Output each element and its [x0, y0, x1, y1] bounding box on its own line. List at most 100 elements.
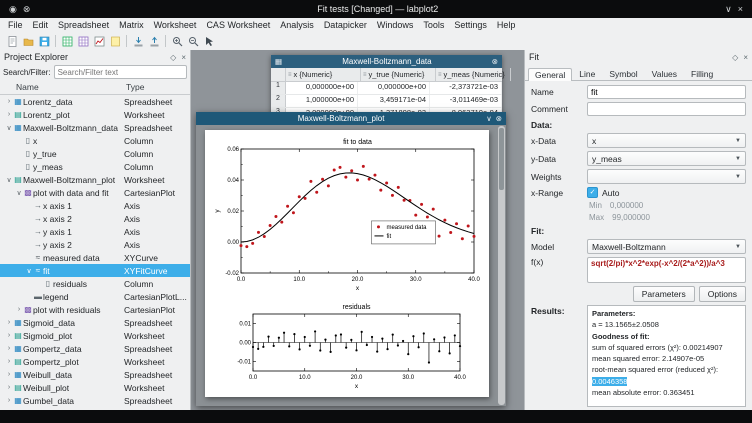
ydata-combobox[interactable]: y_meas ▼: [587, 151, 746, 166]
tree-item-fit[interactable]: ∨≈fitXYFitCurve: [0, 264, 190, 277]
menu-datapicker[interactable]: Datapicker: [319, 20, 372, 30]
open-project-button[interactable]: [20, 34, 36, 49]
new-matrix-button[interactable]: [75, 34, 91, 49]
close-dock-icon[interactable]: ×: [743, 53, 748, 62]
menu-cas-worksheet[interactable]: CAS Worksheet: [201, 20, 275, 30]
spreadsheet-column-header[interactable]: ≡x {Numeric}: [286, 68, 361, 81]
expand-arrow-icon[interactable]: ›: [5, 397, 13, 404]
float-dock-icon[interactable]: ◇: [170, 53, 176, 62]
menu-edit[interactable]: Edit: [28, 20, 54, 30]
export-button[interactable]: [146, 34, 162, 49]
expand-arrow-icon[interactable]: ›: [5, 345, 13, 352]
model-combobox[interactable]: Maxwell-Boltzmann ▼: [587, 239, 746, 254]
menu-settings[interactable]: Settings: [449, 20, 492, 30]
zoom-in-button[interactable]: [169, 34, 185, 49]
tab-line[interactable]: Line: [572, 67, 602, 80]
menu-file[interactable]: File: [3, 20, 28, 30]
xdata-combobox[interactable]: x ▼: [587, 133, 746, 148]
tab-filling[interactable]: Filling: [684, 67, 720, 80]
auto-range-checkbox[interactable]: ✓: [587, 187, 598, 198]
menu-analysis[interactable]: Analysis: [275, 20, 319, 30]
spreadsheet-cell[interactable]: 1,000000e+00: [286, 95, 358, 107]
expand-arrow-icon[interactable]: ›: [5, 358, 13, 365]
fit-plot[interactable]: fit to data0.010.020.030.040.0-0.020.000…: [211, 136, 481, 296]
parameters-button[interactable]: Parameters: [633, 286, 695, 302]
spreadsheet-cell[interactable]: 0,000000e+00: [358, 82, 430, 94]
expand-arrow-icon[interactable]: ›: [5, 111, 13, 118]
new-note-button[interactable]: [107, 34, 123, 49]
spreadsheet-corner[interactable]: [271, 68, 286, 81]
comment-field[interactable]: [587, 102, 746, 116]
spreadsheet-cell[interactable]: -3,011469e-03: [430, 95, 502, 107]
tree-item-gompertz-plot[interactable]: ›▤Gompertz_plotWorksheet: [0, 355, 190, 368]
tree-item-legend[interactable]: ▬legendCartesianPlotL...: [0, 290, 190, 303]
tree-item-plot-with-data-and-fit[interactable]: ∨▩plot with data and fitCartesianPlot: [0, 186, 190, 199]
name-field[interactable]: [587, 85, 746, 99]
tree-item-plot-with-residuals[interactable]: ›▩plot with residualsCartesianPlot: [0, 303, 190, 316]
column-header-type[interactable]: Type: [126, 82, 190, 92]
float-dock-icon[interactable]: ◇: [732, 53, 738, 62]
column-header-name[interactable]: Name: [0, 82, 126, 92]
worksheet-vertical-scrollbar[interactable]: [498, 126, 505, 405]
zoom-out-button[interactable]: [185, 34, 201, 49]
tree-item-residuals[interactable]: ▯residualsColumn: [0, 277, 190, 290]
tab-general[interactable]: General: [528, 68, 572, 81]
menu-windows[interactable]: Windows: [372, 20, 419, 30]
tree-item-lorentz-data[interactable]: ›▦Lorentz_dataSpreadsheet: [0, 95, 190, 108]
menu-tools[interactable]: Tools: [418, 20, 449, 30]
expand-arrow-icon[interactable]: ›: [15, 306, 23, 313]
tree-item-weibull-data[interactable]: ›▦Weibull_dataSpreadsheet: [0, 368, 190, 381]
row-number[interactable]: 2: [271, 95, 286, 107]
tree-item-weibull-plot[interactable]: ›▤Weibull_plotWorksheet: [0, 381, 190, 394]
tree-item-y-axis-1[interactable]: →y axis 1Axis: [0, 225, 190, 238]
tree-item-y-meas[interactable]: ▯y_measColumn: [0, 160, 190, 173]
tree-item-maxwell-boltzmann-plot[interactable]: ∨▤Maxwell-Boltzmann_plotWorksheet: [0, 173, 190, 186]
select-mode-button[interactable]: [201, 34, 217, 49]
tree-item-maxwell-boltzmann-data[interactable]: ∨▦Maxwell-Boltzmann_dataSpreadsheet: [0, 121, 190, 134]
expand-arrow-icon[interactable]: ›: [5, 384, 13, 391]
menu-worksheet[interactable]: Worksheet: [149, 20, 202, 30]
worksheet-window-titlebar[interactable]: Maxwell-Boltzmann_plot ∨ ⊗: [196, 112, 506, 125]
spreadsheet-column-header[interactable]: ≡y_meas {Numeric}: [436, 68, 511, 81]
expand-arrow-icon[interactable]: ∨: [5, 176, 13, 184]
tree-item-lorentz-plot[interactable]: ›▤Lorentz_plotWorksheet: [0, 108, 190, 121]
tab-symbol[interactable]: Symbol: [602, 67, 644, 80]
tree-item-gompertz-data[interactable]: ›▦Gompertz_dataSpreadsheet: [0, 342, 190, 355]
options-button[interactable]: Options: [699, 286, 746, 302]
spreadsheet-cell[interactable]: 0,000000e+00: [286, 82, 358, 94]
search-input[interactable]: [54, 65, 187, 79]
tree-item-y-true[interactable]: ▯y_trueColumn: [0, 147, 190, 160]
expand-arrow-icon[interactable]: ∨: [15, 189, 23, 197]
expand-arrow-icon[interactable]: ›: [5, 319, 13, 326]
new-spreadsheet-button[interactable]: [59, 34, 75, 49]
tab-values[interactable]: Values: [645, 67, 684, 80]
residuals-plot[interactable]: residuals0.010.020.030.040.0-0.010.000.0…: [223, 302, 467, 390]
spreadsheet-column-header[interactable]: ≡y_true {Numeric}: [361, 68, 436, 81]
tree-item-x[interactable]: ▯xColumn: [0, 134, 190, 147]
spreadsheet-cell[interactable]: -2,373721e-03: [430, 82, 502, 94]
shade-icon[interactable]: ∨: [725, 4, 732, 15]
fit-results-box[interactable]: Parameters: a = 13.1565±2.0508 Goodness …: [587, 305, 746, 407]
worksheet-page[interactable]: fit to data0.010.020.030.040.0-0.020.000…: [205, 130, 489, 397]
new-project-button[interactable]: [4, 34, 20, 49]
worksheet-close-icon[interactable]: ⊗: [496, 114, 502, 123]
tree-item-gumbel-data[interactable]: ›▦Gumbel_dataSpreadsheet: [0, 394, 190, 407]
row-number[interactable]: 1: [271, 82, 286, 94]
spreadsheet-cell[interactable]: 3,459171e-04: [358, 95, 430, 107]
tree-item-sigmoid-plot[interactable]: ›▤Sigmoid_plotWorksheet: [0, 329, 190, 342]
save-project-button[interactable]: [36, 34, 52, 49]
import-data-button[interactable]: [130, 34, 146, 49]
scrollbar-thumb[interactable]: [499, 128, 504, 190]
worksheet-restore-icon[interactable]: ∨: [486, 114, 492, 123]
menu-matrix[interactable]: Matrix: [114, 20, 149, 30]
tree-item-sigmoid-data[interactable]: ›▦Sigmoid_dataSpreadsheet: [0, 316, 190, 329]
menu-spreadsheet[interactable]: Spreadsheet: [53, 20, 114, 30]
expand-arrow-icon[interactable]: ›: [5, 98, 13, 105]
formula-field[interactable]: sqrt(2/pi)*x^2*exp(-x^2/(2*a^2))/a^3: [587, 257, 746, 283]
tree-item-x-axis-1[interactable]: →x axis 1Axis: [0, 199, 190, 212]
spreadsheet-window-titlebar[interactable]: ▦ Maxwell-Boltzmann_data ⊗: [271, 55, 502, 68]
window-menu-icon[interactable]: ⊗: [23, 4, 31, 15]
close-dock-icon[interactable]: ×: [181, 53, 186, 62]
expand-arrow-icon[interactable]: ›: [5, 332, 13, 339]
menu-help[interactable]: Help: [492, 20, 521, 30]
